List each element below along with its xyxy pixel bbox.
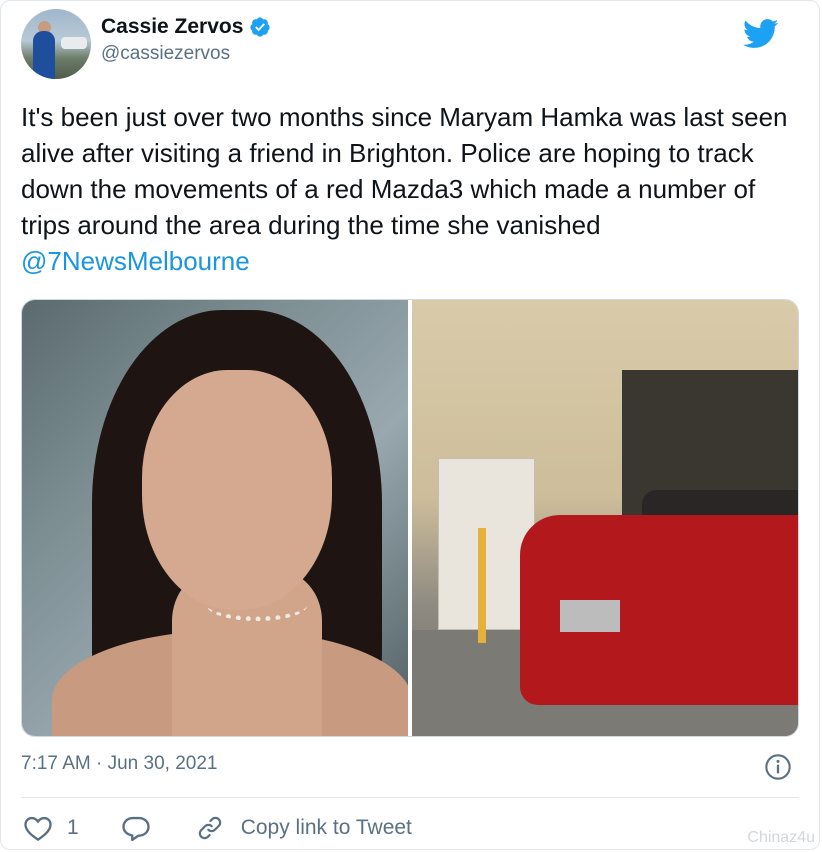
tweet-media bbox=[21, 299, 799, 737]
tweet-timestamp[interactable]: 7:17 AM · Jun 30, 2021 bbox=[21, 753, 217, 775]
photo-car-plate bbox=[560, 600, 620, 632]
author-block: Cassie Zervos @cassiezervos bbox=[101, 15, 271, 65]
reply-button[interactable] bbox=[121, 814, 151, 842]
avatar[interactable] bbox=[21, 9, 91, 79]
tweet-text: It's been just over two months since Mar… bbox=[21, 99, 801, 279]
tweet-actions: 1 Copy link to Tweet bbox=[23, 811, 412, 845]
media-photo-woman[interactable] bbox=[22, 300, 408, 736]
avatar-car bbox=[61, 37, 87, 49]
avatar-person bbox=[33, 31, 55, 79]
twitter-bird-icon[interactable] bbox=[743, 19, 779, 49]
tweet-card: Cassie Zervos @cassiezervos It's been ju… bbox=[0, 0, 820, 850]
copy-link-label: Copy link to Tweet bbox=[240, 816, 412, 839]
copy-link-button[interactable]: Copy link to Tweet bbox=[195, 814, 412, 842]
info-icon[interactable] bbox=[764, 753, 792, 781]
tweet-body: It's been just over two months since Mar… bbox=[21, 102, 788, 240]
reply-icon bbox=[122, 816, 150, 842]
author-handle[interactable]: @cassiezervos bbox=[101, 43, 271, 65]
link-icon bbox=[198, 816, 221, 840]
photo-face bbox=[142, 370, 332, 610]
mention-link[interactable]: @7NewsMelbourne bbox=[21, 246, 250, 276]
tweet-header: Cassie Zervos @cassiezervos bbox=[21, 9, 801, 81]
verified-badge-icon bbox=[250, 17, 271, 37]
divider bbox=[21, 797, 799, 798]
media-photo-red-car[interactable] bbox=[412, 300, 798, 736]
photo-pole bbox=[478, 528, 486, 643]
heart-icon bbox=[24, 816, 52, 842]
author-name-row: Cassie Zervos bbox=[101, 15, 271, 39]
author-display-name[interactable]: Cassie Zervos bbox=[101, 15, 243, 39]
photo-necklace bbox=[207, 590, 307, 621]
watermark: Chinaz4u bbox=[747, 829, 815, 846]
like-button[interactable]: 1 bbox=[23, 814, 121, 842]
like-count: 1 bbox=[67, 816, 79, 839]
